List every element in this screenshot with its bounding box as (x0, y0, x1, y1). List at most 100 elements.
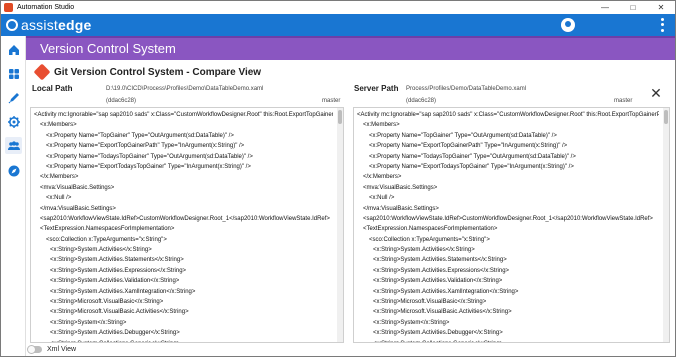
code-line: <x:String>System.Activities</x:String> (373, 247, 475, 254)
code-line: <x:String>System.Activities.Debugger</x:… (373, 330, 503, 337)
code-line: <Activity mc:Ignorable="sap sap2010 sads… (34, 112, 333, 118)
code-line: <x:Property Name="TopGainer" Type="OutAr… (46, 132, 234, 139)
code-line: <x:String>System.Activities.Validation</… (50, 278, 180, 285)
maximize-button[interactable]: □ (619, 1, 647, 14)
server-commit-id: (ddac6c28) (406, 98, 437, 104)
logo-mark-icon (6, 19, 18, 31)
code-line: <x:String>System.Activities.Statements</… (373, 257, 507, 264)
sidebar-users[interactable] (5, 137, 22, 154)
code-line: <sap2010:WorkflowViewState.IdRef>CustomW… (40, 215, 330, 222)
sidebar-home[interactable] (5, 41, 22, 58)
git-icon (33, 63, 51, 81)
app-header: assistedge (1, 14, 675, 36)
users-icon (7, 140, 20, 150)
local-branch: master (322, 98, 341, 104)
compare-view-title: Git Version Control System - Compare Vie… (33, 63, 262, 81)
code-line: <x:Members> (363, 122, 400, 129)
grid-icon (8, 68, 19, 79)
server-code-pane[interactable]: <Activity mc:Ignorable="sap sap2010 sads… (353, 107, 670, 343)
window-title: Automation Studio (17, 4, 75, 11)
close-icon[interactable]: ✕ (650, 86, 662, 100)
server-path-value: Process/Profiles/Demo/DataTableDemo.xaml (406, 86, 527, 92)
code-line: <mva:VisualBasic.Settings> (40, 184, 115, 191)
sidebar-editor[interactable] (5, 89, 22, 106)
code-line: <x:Property Name="ExportTopGainerPath" T… (369, 143, 568, 150)
server-code-lines: <Activity mc:Ignorable="sap sap2010 sads… (357, 110, 659, 342)
logo-text-bold: edge (58, 17, 92, 33)
left-sidebar (1, 36, 26, 356)
code-line: <x:String>System.Activities.Expressions<… (50, 267, 187, 274)
local-path-label: Local Path (32, 84, 73, 93)
page-title: Version Control System (40, 41, 176, 56)
code-line: <x:String>System.Activities.XamlIntegrat… (373, 288, 519, 295)
code-line: <x:String>System.Collections.Generic</x:… (34, 339, 333, 342)
code-line: <x:Property Name="TodaysTopGainer" Type=… (369, 153, 576, 160)
code-line: <x:String>System</x:String> (50, 319, 127, 326)
code-line: <mva:VisualBasic.Settings> (363, 184, 438, 191)
code-line: <TextExpression.NamespacesForImplementat… (363, 226, 498, 233)
code-line: <x:Null /> (46, 195, 72, 202)
code-line: <x:String>System</x:String> (373, 319, 450, 326)
app-icon (4, 3, 13, 12)
xml-view-switch[interactable] (27, 345, 42, 354)
code-line: <x:String>System.Activities.Expressions<… (373, 267, 510, 274)
minimize-button[interactable]: — (591, 1, 619, 14)
server-scrollbar[interactable] (663, 108, 669, 342)
sidebar-settings[interactable] (5, 113, 22, 130)
code-line: <x:String>Microsoft.VisualBasic.Activiti… (373, 309, 512, 316)
code-line: <Activity mc:Ignorable="sap sap2010 sads… (357, 112, 659, 118)
code-line: <sap2010:WorkflowViewState.IdRef>CustomW… (363, 215, 653, 222)
xml-view-label: Xml View (47, 346, 77, 353)
os-title-bar: Automation Studio — □ ✕ (1, 1, 675, 14)
code-line: <x:String>System.Activities.Debugger</x:… (50, 330, 180, 337)
code-line: <x:Members> (40, 122, 77, 129)
sidebar-explore[interactable] (5, 162, 22, 179)
code-line: <x:Property Name="ExportTodaysTopGainer"… (46, 163, 251, 170)
code-line: <x:Property Name="ExportTodaysTopGainer"… (369, 163, 574, 170)
assistedge-logo: assistedge (6, 16, 91, 34)
code-line: </x:Members> (363, 174, 402, 181)
code-line: <x:Null /> (369, 195, 395, 202)
code-line: <x:Property Name="TodaysTopGainer" Type=… (46, 153, 253, 160)
compare-view: Git Version Control System - Compare Vie… (26, 60, 675, 356)
code-line: </x:Members> (40, 174, 79, 181)
code-line: <x:Property Name="TopGainer" Type="OutAr… (369, 132, 557, 139)
pen-icon (8, 92, 19, 103)
local-scroll-thumb[interactable] (338, 110, 342, 124)
code-line: <sco:Collection x:TypeArguments="x:Strin… (46, 236, 167, 243)
code-line: <x:String>Microsoft.VisualBasic</x:Strin… (50, 299, 164, 306)
server-scroll-thumb[interactable] (664, 110, 668, 124)
code-line: <x:String>System.Activities</x:String> (50, 247, 152, 254)
gear-icon (7, 115, 20, 128)
compare-title-text: Git Version Control System - Compare Vie… (54, 66, 262, 78)
application-window: Automation Studio — □ ✕ assistedge Versi… (0, 0, 676, 357)
server-path-label: Server Path (354, 84, 399, 93)
user-account-icon[interactable] (561, 18, 575, 32)
local-commit-id: (ddac6c28) (106, 98, 137, 104)
home-icon (8, 44, 19, 55)
code-line: <x:String>Microsoft.VisualBasic.Activiti… (50, 309, 189, 316)
logo-text: assistedge (21, 17, 91, 33)
code-line: <x:String>System.Activities.XamlIntegrat… (50, 288, 196, 295)
code-line: <x:String>Microsoft.VisualBasic</x:Strin… (373, 299, 487, 306)
logo-text-light: assist (21, 17, 58, 33)
close-window-button[interactable]: ✕ (647, 1, 675, 14)
code-line: </mva:VisualBasic.Settings> (363, 205, 439, 212)
code-line: <x:String>System.Activities.Statements</… (50, 257, 184, 264)
code-line: <x:String>System.Collections.Generic</x:… (357, 339, 659, 342)
code-line: <x:String>System.Activities.Validation</… (373, 278, 503, 285)
xml-view-toggle[interactable]: Xml View (27, 345, 77, 354)
local-code-pane[interactable]: <Activity mc:Ignorable="sap sap2010 sads… (30, 107, 344, 343)
code-line: <sco:Collection x:TypeArguments="x:Strin… (369, 236, 490, 243)
server-branch: master (614, 98, 633, 104)
local-path-value: D:\19.0\CICD\Process\Profiles\Demo\DataT… (106, 86, 264, 92)
window-controls: — □ ✕ (591, 1, 675, 14)
sidebar-dashboard[interactable] (5, 65, 22, 82)
page-header: Version Control System (26, 36, 675, 60)
code-line: <x:Property Name="ExportTopGainerPath" T… (46, 143, 245, 150)
code-line: </mva:VisualBasic.Settings> (40, 205, 116, 212)
compass-icon (8, 165, 19, 176)
local-scrollbar[interactable] (337, 108, 343, 342)
more-options-icon[interactable] (659, 17, 665, 33)
xml-view-switch-knob[interactable] (27, 345, 36, 354)
